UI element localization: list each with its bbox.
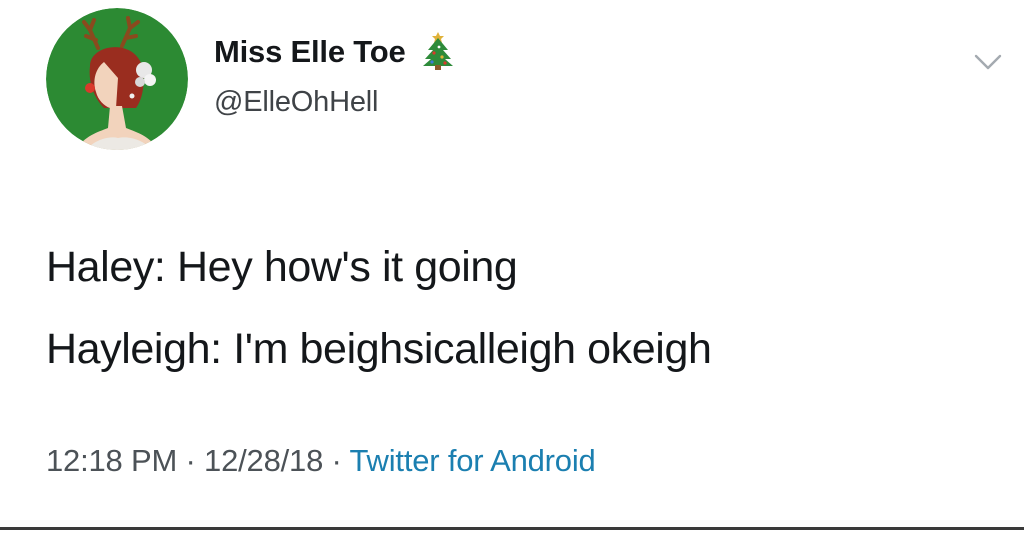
author-display-name[interactable]: Miss Elle Toe [214, 34, 406, 70]
author-handle[interactable]: @ElleOhHell [214, 86, 378, 119]
tweet-time[interactable]: 12:18 PM [46, 443, 177, 478]
tweet-source-link[interactable]: Twitter for Android [350, 443, 596, 478]
tweet-text: Haley: Hey how's it going Hayleigh: I'm … [46, 226, 712, 390]
reindeer-woman-avatar-icon [46, 8, 188, 150]
tweet-text-line: Hayleigh: I'm beighsicalleigh okeigh [46, 325, 712, 373]
chevron-down-icon [974, 54, 1002, 70]
tweet-date[interactable]: 12/28/18 [204, 443, 323, 478]
christmas-tree-icon [422, 32, 453, 70]
tweet-card: Miss Elle Toe @ElleOhHell Haley: Hey how… [0, 0, 1024, 530]
meta-separator: · [177, 443, 205, 478]
avatar[interactable] [46, 8, 188, 150]
tweet-text-line: Haley: Hey how's it going [46, 243, 518, 291]
bottom-divider [0, 527, 1024, 530]
meta-separator: · [323, 443, 350, 478]
tweet-meta: 12:18 PM · 12/28/18 · Twitter for Androi… [46, 443, 596, 479]
tweet-menu-button[interactable] [972, 50, 1004, 74]
author-name-row: Miss Elle Toe [214, 32, 456, 70]
